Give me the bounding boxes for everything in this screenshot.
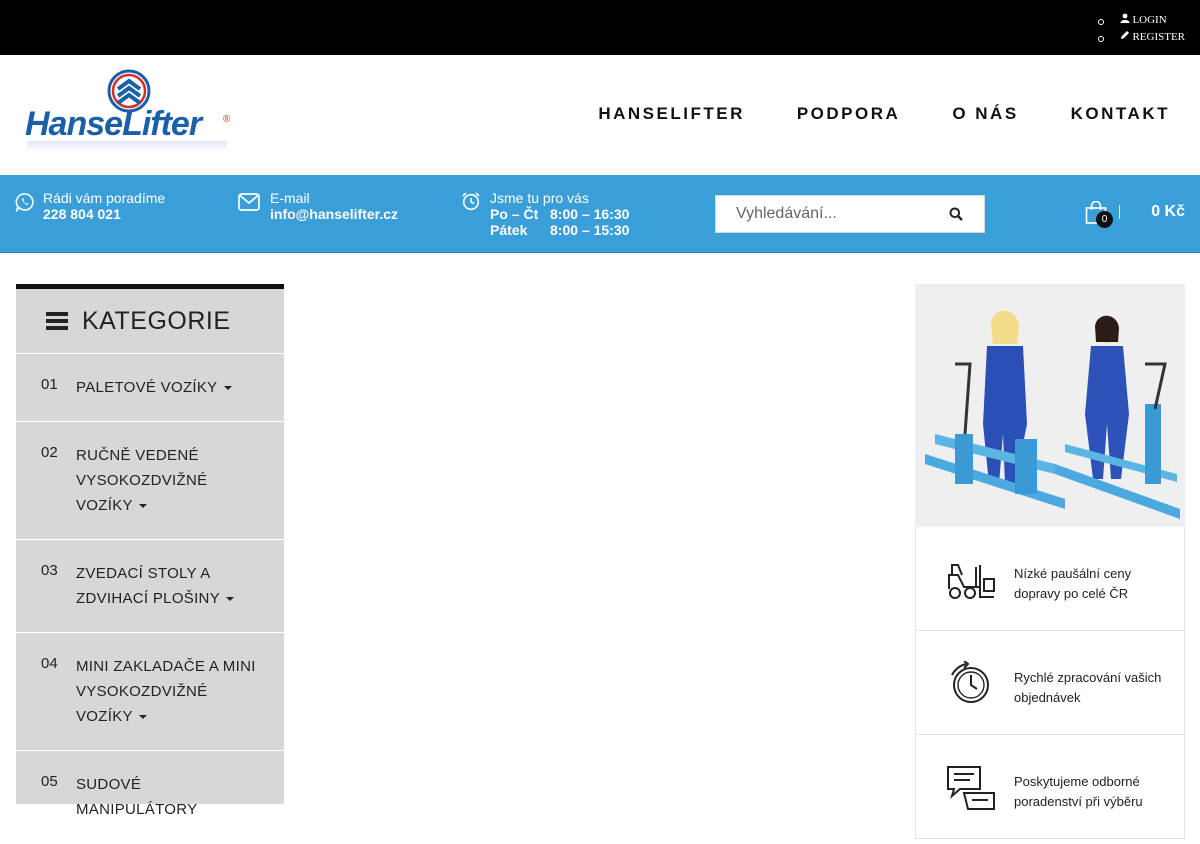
feature-item-fast-processing: Rychlé zpracování vašich objednávek — [915, 631, 1185, 735]
category-item-mini-zakladace[interactable]: 04 MINI ZAKLADAČE A MINI VYSOKOZDVIŽNÉ V… — [16, 633, 284, 751]
chat-icon — [947, 766, 995, 810]
phone-number[interactable]: 228 804 021 — [43, 206, 165, 222]
registered-mark: ® — [223, 114, 231, 125]
cart-total: 0 Kč — [1151, 203, 1185, 220]
nav-o-nas[interactable]: O NÁS — [952, 104, 1018, 124]
whatsapp-icon — [15, 192, 35, 213]
logo-text: HanseLifter — [25, 105, 202, 143]
hours-row: Pátek 8:00 – 15:30 — [490, 222, 630, 238]
category-item-rucne-vedene[interactable]: 02 RUČNĚ VEDENÉ VYSOKOZDVIŽNÉ VOZÍKY — [16, 422, 284, 540]
caret-down-icon — [138, 504, 147, 509]
search-icon — [949, 207, 963, 221]
shopping-cart[interactable]: 0 0 Kč — [1085, 197, 1185, 231]
caret-down-icon — [138, 715, 147, 720]
search-box — [715, 195, 985, 233]
pencil-icon — [1120, 29, 1132, 46]
forklift-icon — [948, 564, 995, 599]
search-input[interactable] — [716, 196, 941, 232]
hours-row: Po – Čt 8:00 – 16:30 — [490, 206, 630, 222]
hamburger-menu-icon — [46, 312, 68, 330]
register-link[interactable]: REGISTER — [1098, 29, 1185, 46]
login-link[interactable]: LOGIN — [1098, 12, 1185, 29]
hours-table: Po – Čt 8:00 – 16:30 Pátek 8:00 – 15:30 — [490, 206, 629, 238]
info-bar: Rádi vám poradíme 228 804 021 E-mail inf… — [0, 175, 1200, 253]
nav-hanselifter[interactable]: HANSELIFTER — [598, 104, 745, 124]
search-button[interactable] — [928, 196, 984, 232]
top-bar: LOGIN REGISTER — [0, 0, 1200, 55]
user-icon — [1120, 12, 1132, 29]
email-info: E-mail info@hanselifter.cz — [238, 190, 398, 222]
cart-count-badge: 0 — [1096, 211, 1113, 228]
logo-reflection — [27, 141, 227, 151]
main-navigation: HANSELIFTER PODPORA O NÁS KONTAKT — [546, 104, 1170, 124]
opening-hours: Jsme tu pro vás Po – Čt 8:00 – 16:30 Páte… — [462, 190, 629, 238]
caret-down-icon — [223, 386, 232, 391]
category-item-sudove-manipulatory[interactable]: 05 SUDOVÉ MANIPULÁTORY — [16, 751, 284, 844]
category-header: KATEGORIE — [16, 289, 284, 354]
phone-info: Rádi vám poradíme 228 804 021 — [15, 190, 165, 222]
category-item-zvedaci-stoly[interactable]: 03 ZVEDACÍ STOLY A ZDVIHACÍ PLOŠINY — [16, 540, 284, 633]
feature-list: Nízké paušální ceny dopravy po celé ČR R… — [915, 527, 1185, 839]
account-links: LOGIN REGISTER — [1098, 12, 1185, 46]
promo-banner-image[interactable] — [915, 284, 1185, 527]
feature-item-shipping: Nízké paušální ceny dopravy po celé ČR — [915, 527, 1185, 631]
alarm-clock-icon — [461, 191, 481, 211]
email-link[interactable]: info@hanselifter.cz — [270, 206, 398, 222]
site-header: HanseLifter ® HANSELIFTER PODPORA O NÁS … — [0, 55, 1200, 175]
envelope-icon — [238, 193, 260, 213]
nav-kontakt[interactable]: KONTAKT — [1071, 104, 1170, 124]
caret-down-icon — [226, 597, 234, 602]
feature-item-consulting: Poskytujeme odborné poradenství při výbě… — [915, 735, 1185, 839]
hanselifter-logo[interactable]: HanseLifter ® — [25, 69, 235, 154]
pallet-trucks-photo — [915, 284, 1185, 527]
stopwatch-icon — [951, 661, 989, 703]
category-item-paletove-voziky[interactable]: 01 PALETOVÉ VOZÍKY — [16, 354, 284, 422]
category-sidebar: KATEGORIE 01 PALETOVÉ VOZÍKY 02 RUČNĚ VE… — [16, 284, 284, 844]
cart-divider — [1119, 205, 1120, 219]
nav-podpora[interactable]: PODPORA — [797, 104, 900, 124]
